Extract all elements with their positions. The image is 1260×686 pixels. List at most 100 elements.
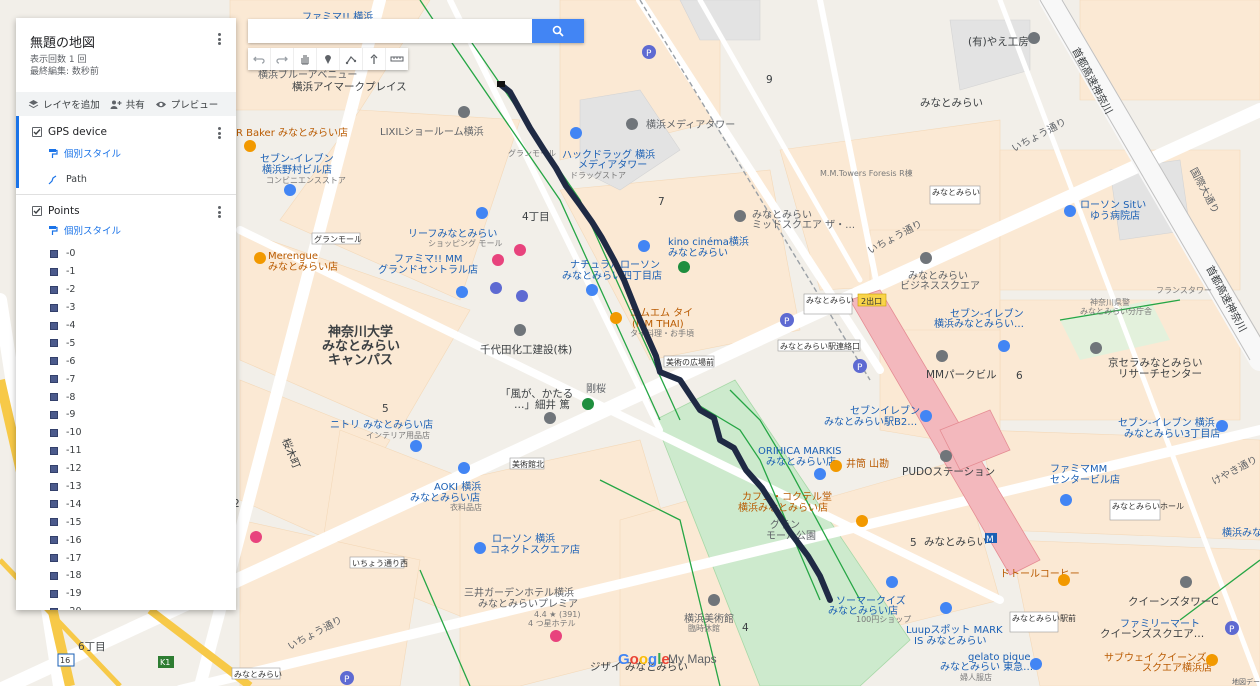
layer-item-path[interactable]: Path xyxy=(48,174,224,185)
layer-style-link[interactable]: 個別スタイル xyxy=(48,223,224,237)
label-famima-mm-2[interactable]: グランドセントラル店 xyxy=(378,263,478,276)
share-button[interactable]: 共有 xyxy=(110,97,145,111)
label-famima-center-1[interactable]: ファミマMM xyxy=(1050,464,1107,475)
point-list-item[interactable]: -2 xyxy=(50,281,236,299)
label-mitsui-2[interactable]: みなとみらいプレミア xyxy=(478,598,578,610)
shop-pin-icon[interactable] xyxy=(1060,494,1072,506)
point-list-item[interactable]: -17 xyxy=(50,549,236,567)
label-queen-1[interactable]: クイーンズタワーC xyxy=(1128,595,1219,608)
label-natural-2[interactable]: みなとみらい四丁目店 xyxy=(562,269,662,282)
label-subway-2[interactable]: スクエア横浜店 xyxy=(1142,661,1212,674)
label-kino-2[interactable]: みなとみらい xyxy=(668,247,728,259)
shop-pin-icon[interactable] xyxy=(474,542,486,554)
layer-options-button[interactable] xyxy=(212,205,226,219)
point-list-item[interactable]: -9 xyxy=(50,406,236,424)
label-merengue-2[interactable]: みなとみらい店 xyxy=(268,260,338,273)
place-marker-icon[interactable] xyxy=(708,594,720,606)
label-seven-3-1[interactable]: セブン-イレブン 横浜 xyxy=(1118,416,1215,429)
label-chiyoda[interactable]: 千代田化工建設(株) xyxy=(480,343,572,356)
shop-pin-icon[interactable] xyxy=(638,240,650,252)
shop-pin-icon[interactable] xyxy=(1216,420,1228,432)
shop-pin-icon[interactable] xyxy=(516,290,528,302)
layer-visibility-checkbox[interactable] xyxy=(32,206,42,216)
label-lawson-cn-1[interactable]: ローソン 横浜 xyxy=(492,532,555,545)
point-list-item[interactable]: -18 xyxy=(50,567,236,585)
hotel-icon[interactable] xyxy=(550,630,562,642)
search-input[interactable] xyxy=(248,19,532,43)
parking-icon[interactable]: P xyxy=(780,313,794,327)
shop-pin-icon[interactable] xyxy=(458,462,470,474)
place-marker-icon[interactable] xyxy=(458,106,470,118)
restaurant-icon[interactable] xyxy=(244,140,256,152)
restaurant-icon[interactable] xyxy=(1206,654,1218,666)
shop-pin-icon[interactable] xyxy=(586,284,598,296)
point-list-item[interactable]: -12 xyxy=(50,460,236,478)
park-icon[interactable] xyxy=(582,398,594,410)
label-izutsu[interactable]: 井筒 山勘 xyxy=(846,457,889,470)
park-icon[interactable] xyxy=(678,261,690,273)
point-list-item[interactable]: -19 xyxy=(50,585,236,603)
shop-pin-icon[interactable] xyxy=(476,207,488,219)
layer-points[interactable]: Points 個別スタイル xyxy=(16,195,236,239)
parking-icon[interactable]: P xyxy=(853,359,867,373)
shop-pin-icon[interactable] xyxy=(284,184,296,196)
shop-pin-icon[interactable] xyxy=(886,576,898,588)
point-list-item[interactable]: -0 xyxy=(50,245,236,263)
label-kanagawa-1[interactable]: 神奈川大学 xyxy=(328,324,393,340)
route-start-marker[interactable] xyxy=(497,81,505,87)
label-seven-mm-2[interactable]: 横浜みなとみらい… xyxy=(934,317,1024,330)
label-france[interactable]: フランスタワー xyxy=(1156,286,1212,295)
point-list-item[interactable]: -8 xyxy=(50,388,236,406)
label-mid-2[interactable]: ミッドスクエア ザ・… xyxy=(752,219,855,231)
label-yae[interactable]: (有)やえ工房 xyxy=(968,35,1029,48)
shop-pin-icon[interactable] xyxy=(570,127,582,139)
shop-pin-icon[interactable] xyxy=(1064,205,1076,217)
label-kaze-2[interactable]: …」細井 篤 xyxy=(514,398,570,411)
label-famima-mm-1[interactable]: ファミマ!! MM xyxy=(394,254,462,265)
shop-pin-icon[interactable] xyxy=(456,286,468,298)
label-famima-center-2[interactable]: センタービル店 xyxy=(1050,473,1120,486)
label-luup-1[interactable]: Luupスポット MARK xyxy=(906,624,1003,636)
search-button[interactable] xyxy=(532,19,584,43)
place-marker-icon[interactable] xyxy=(1090,342,1102,354)
pan-hand-button[interactable] xyxy=(294,48,317,70)
map-data-credit[interactable]: 地図データ xyxy=(1232,677,1260,686)
restaurant-icon[interactable] xyxy=(254,252,266,264)
label-seven-nomura-1[interactable]: セブン-イレブン xyxy=(260,152,334,165)
map-title[interactable]: 無題の地図 xyxy=(30,32,222,51)
place-marker-icon[interactable] xyxy=(936,350,948,362)
map-options-button[interactable] xyxy=(212,32,226,46)
shopping-icon[interactable] xyxy=(514,244,526,256)
point-list-item[interactable]: -11 xyxy=(50,442,236,460)
redo-button[interactable] xyxy=(271,48,294,70)
place-marker-icon[interactable] xyxy=(1180,576,1192,588)
exit-2-badge[interactable]: 2出口 xyxy=(857,293,887,307)
place-marker-icon[interactable] xyxy=(626,118,638,130)
label-yokohama-right[interactable]: 横浜みなと xyxy=(1222,526,1260,539)
layer-visibility-checkbox[interactable] xyxy=(32,127,42,137)
point-list-item[interactable]: -14 xyxy=(50,495,236,513)
place-marker-icon[interactable] xyxy=(544,412,556,424)
restaurant-icon[interactable] xyxy=(1058,574,1070,586)
shop-pin-icon[interactable] xyxy=(1030,658,1042,670)
layer-options-button[interactable] xyxy=(212,126,226,140)
label-police-2[interactable]: みなとみらい分庁舎 xyxy=(1080,306,1152,316)
parking-icon[interactable]: P xyxy=(1225,621,1239,635)
label-seven-3-2[interactable]: みなとみらい3丁目店 xyxy=(1124,427,1220,440)
label-seven-nomura-2[interactable]: 横浜野村ビル店 xyxy=(262,163,332,176)
undo-button[interactable] xyxy=(248,48,271,70)
point-list-item[interactable]: -20 xyxy=(50,603,236,610)
point-list-item[interactable]: -6 xyxy=(50,352,236,370)
label-media-tower[interactable]: 横浜メディアタワー xyxy=(646,118,735,131)
label-kanagawa-2[interactable]: みなとみらい xyxy=(322,339,400,354)
point-list-item[interactable]: -16 xyxy=(50,531,236,549)
restaurant-icon[interactable] xyxy=(610,312,622,324)
label-gelato-2[interactable]: みなとみらい 東急… xyxy=(940,660,1033,673)
point-list-item[interactable]: -1 xyxy=(50,263,236,281)
label-sakura[interactable]: 剛桜 xyxy=(586,382,606,395)
label-mm-towers[interactable]: M.M.Towers Foresis R棟 xyxy=(820,168,913,178)
point-list-item[interactable]: -5 xyxy=(50,334,236,352)
restaurant-icon[interactable] xyxy=(856,515,868,527)
measure-button[interactable] xyxy=(386,48,408,70)
label-aoki-1[interactable]: AOKI 横浜 xyxy=(434,480,481,493)
